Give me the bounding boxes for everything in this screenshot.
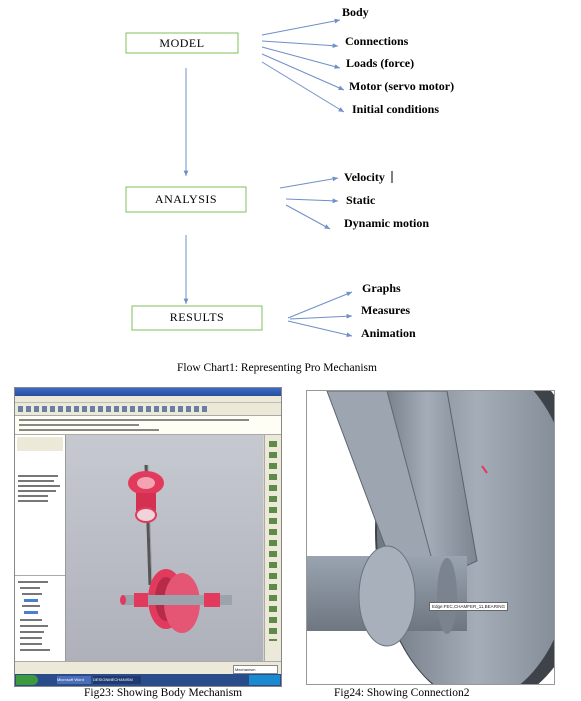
arrow-dynamic-motion [285, 204, 331, 230]
analysis-box: ANALYSIS [125, 186, 247, 213]
arrow-connections [261, 40, 339, 49]
fig23-status-bar: Mechanism [15, 661, 281, 675]
fig23-screenshot: Mechanism Microsoft Word DESIGNMECHANISM [14, 387, 282, 687]
arrow-animation [287, 320, 353, 338]
fig24-connection-model [307, 391, 554, 684]
model-item-loads: Loads (force) [346, 56, 414, 70]
taskbar-item-word[interactable]: Microsoft Word [57, 676, 91, 684]
fig23-tree-toolbar[interactable] [17, 437, 63, 451]
arrow-loads [261, 46, 341, 69]
arrow-motor [261, 53, 345, 91]
fig23-toolbar[interactable] [15, 403, 281, 416]
arrow-body [261, 18, 341, 36]
fig23-message-area [15, 416, 281, 435]
fig23-title-bar [15, 388, 281, 396]
fig23-caption: Fig23: Showing Body Mechanism [84, 687, 243, 699]
fig23-status-select[interactable]: Mechanism [233, 665, 278, 674]
model-box: MODEL [125, 32, 239, 54]
model-label: MODEL [159, 36, 204, 50]
fig23-right-toolbar[interactable] [264, 435, 281, 661]
model-item-connections: Connections [345, 34, 409, 48]
fig24-screenshot: Edge:FEC,CHAMFER_11,BEARING [306, 390, 555, 685]
analysis-item-dynamic-motion: Dynamic motion [344, 216, 429, 230]
fig23-model-tree[interactable] [15, 435, 66, 661]
analysis-item-static: Static [346, 193, 376, 207]
model-item-motor: Motor (servo motor) [349, 79, 454, 93]
fig23-graphics-window[interactable] [66, 435, 263, 661]
fig24-caption: Fig24: Showing Connection2 [334, 687, 470, 699]
model-item-initial-conditions: Initial conditions [352, 102, 439, 116]
flow-chart-caption: Flow Chart1: Representing Pro Mechanism [177, 362, 377, 374]
results-box: RESULTS [131, 305, 263, 331]
system-tray [249, 675, 280, 685]
results-item-animation: Animation [361, 326, 416, 340]
results-item-measures: Measures [361, 303, 410, 317]
results-item-graphs: Graphs [362, 281, 401, 295]
arrow-static [285, 198, 339, 204]
start-button[interactable] [16, 675, 38, 685]
arrow-graphs [287, 291, 353, 319]
arrow-initial-conditions [261, 61, 345, 113]
results-label: RESULTS [170, 310, 224, 324]
analysis-label: ANALYSIS [155, 192, 217, 206]
arrow-measures [289, 313, 353, 320]
flow-chart: MODEL ANALYSIS RESULTS Body Connections … [125, 5, 454, 340]
fig23-mechanism-model [120, 464, 232, 633]
fig23-menu-bar [15, 396, 281, 403]
taskbar-item-proe[interactable]: DESIGNMECHANISM [93, 676, 141, 684]
model-item-body: Body [342, 5, 369, 19]
analysis-item-velocity: Velocity [344, 170, 385, 184]
arrow-velocity [279, 176, 339, 189]
fig23-taskbar: Microsoft Word DESIGNMECHANISM [15, 674, 281, 686]
fig24-edge-tooltip: Edge:FEC,CHAMFER_11,BEARING [429, 602, 508, 611]
